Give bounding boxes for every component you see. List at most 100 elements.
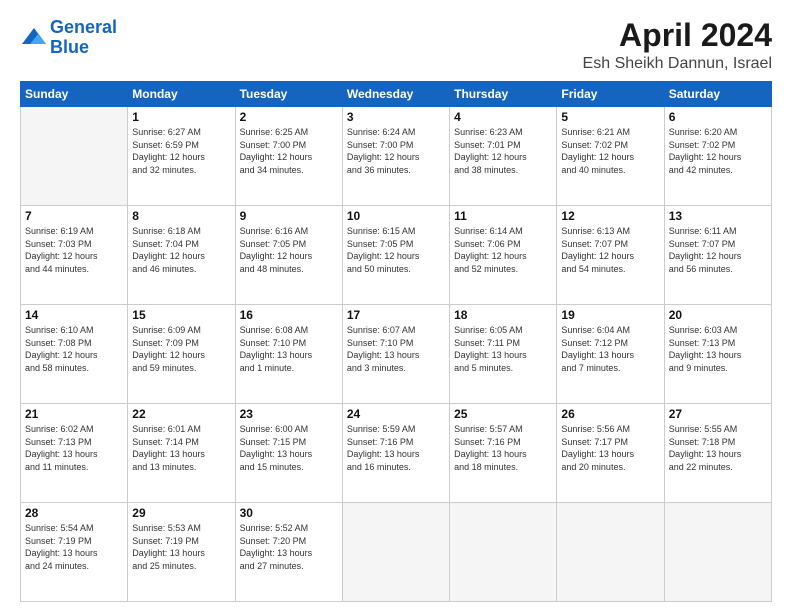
calendar-cell: 11 Sunrise: 6:14 AM Sunset: 7:06 PM Dayli…	[450, 206, 557, 305]
day-number: 23	[240, 407, 338, 421]
day-info: Sunrise: 6:20 AM Sunset: 7:02 PM Dayligh…	[669, 126, 767, 176]
day-info: Sunrise: 6:05 AM Sunset: 7:11 PM Dayligh…	[454, 324, 552, 374]
calendar-cell: 10 Sunrise: 6:15 AM Sunset: 7:05 PM Dayli…	[342, 206, 449, 305]
calendar-cell: 27Sunrise: 5:55 AM Sunset: 7:18 PM Dayli…	[664, 404, 771, 503]
day-number: 12	[561, 209, 659, 223]
logo-icon	[20, 24, 48, 52]
col-header-wednesday: Wednesday	[342, 82, 449, 107]
calendar-week-4: 28Sunrise: 5:54 AM Sunset: 7:19 PM Dayli…	[21, 503, 772, 602]
day-number: 21	[25, 407, 123, 421]
calendar-table: SundayMondayTuesdayWednesdayThursdayFrid…	[20, 81, 772, 602]
col-header-saturday: Saturday	[664, 82, 771, 107]
day-number: 9	[240, 209, 338, 223]
calendar-week-3: 21 Sunrise: 6:02 AM Sunset: 7:13 PM Dayli…	[21, 404, 772, 503]
day-info: Sunrise: 5:53 AM Sunset: 7:19 PM Dayligh…	[132, 522, 230, 572]
day-number: 28	[25, 506, 123, 520]
col-header-friday: Friday	[557, 82, 664, 107]
logo: General Blue	[20, 18, 117, 58]
logo-blue: Blue	[50, 37, 89, 57]
day-number: 10	[347, 209, 445, 223]
col-header-thursday: Thursday	[450, 82, 557, 107]
day-info: Sunrise: 6:14 AM Sunset: 7:06 PM Dayligh…	[454, 225, 552, 275]
day-number: 18	[454, 308, 552, 322]
calendar-cell: 28Sunrise: 5:54 AM Sunset: 7:19 PM Dayli…	[21, 503, 128, 602]
calendar-cell: 7Sunrise: 6:19 AM Sunset: 7:03 PM Daylig…	[21, 206, 128, 305]
day-number: 30	[240, 506, 338, 520]
calendar-cell: 3 Sunrise: 6:24 AM Sunset: 7:00 PM Daylig…	[342, 107, 449, 206]
day-number: 15	[132, 308, 230, 322]
day-info: Sunrise: 6:04 AM Sunset: 7:12 PM Dayligh…	[561, 324, 659, 374]
col-header-monday: Monday	[128, 82, 235, 107]
title-block: April 2024 Esh Sheikh Dannun, Israel	[583, 18, 772, 73]
day-number: 24	[347, 407, 445, 421]
calendar-cell: 24 Sunrise: 5:59 AM Sunset: 7:16 PM Dayli…	[342, 404, 449, 503]
calendar-cell: 19Sunrise: 6:04 AM Sunset: 7:12 PM Dayli…	[557, 305, 664, 404]
logo-general: General	[50, 17, 117, 37]
day-info: Sunrise: 6:07 AM Sunset: 7:10 PM Dayligh…	[347, 324, 445, 374]
calendar-cell: 21 Sunrise: 6:02 AM Sunset: 7:13 PM Dayli…	[21, 404, 128, 503]
calendar-cell	[21, 107, 128, 206]
calendar-cell: 8 Sunrise: 6:18 AM Sunset: 7:04 PM Daylig…	[128, 206, 235, 305]
day-number: 8	[132, 209, 230, 223]
day-number: 17	[347, 308, 445, 322]
calendar-cell: 1 Sunrise: 6:27 AM Sunset: 6:59 PM Daylig…	[128, 107, 235, 206]
header: General Blue April 2024 Esh Sheikh Dannu…	[20, 18, 772, 73]
day-info: Sunrise: 6:27 AM Sunset: 6:59 PM Dayligh…	[132, 126, 230, 176]
col-header-sunday: Sunday	[21, 82, 128, 107]
calendar-cell	[664, 503, 771, 602]
day-info: Sunrise: 5:56 AM Sunset: 7:17 PM Dayligh…	[561, 423, 659, 473]
day-info: Sunrise: 5:57 AM Sunset: 7:16 PM Dayligh…	[454, 423, 552, 473]
calendar-cell: 2 Sunrise: 6:25 AM Sunset: 7:00 PM Daylig…	[235, 107, 342, 206]
day-info: Sunrise: 6:10 AM Sunset: 7:08 PM Dayligh…	[25, 324, 123, 374]
day-number: 26	[561, 407, 659, 421]
calendar-cell: 22Sunrise: 6:01 AM Sunset: 7:14 PM Dayli…	[128, 404, 235, 503]
day-number: 4	[454, 110, 552, 124]
day-info: Sunrise: 6:00 AM Sunset: 7:15 PM Dayligh…	[240, 423, 338, 473]
day-info: Sunrise: 6:23 AM Sunset: 7:01 PM Dayligh…	[454, 126, 552, 176]
calendar-header-row: SundayMondayTuesdayWednesdayThursdayFrid…	[21, 82, 772, 107]
calendar-cell: 15 Sunrise: 6:09 AM Sunset: 7:09 PM Dayli…	[128, 305, 235, 404]
day-number: 6	[669, 110, 767, 124]
day-number: 14	[25, 308, 123, 322]
calendar-cell: 23 Sunrise: 6:00 AM Sunset: 7:15 PM Dayli…	[235, 404, 342, 503]
calendar-week-1: 7Sunrise: 6:19 AM Sunset: 7:03 PM Daylig…	[21, 206, 772, 305]
month-title: April 2024	[583, 18, 772, 53]
calendar-cell: 12 Sunrise: 6:13 AM Sunset: 7:07 PM Dayli…	[557, 206, 664, 305]
calendar-cell: 13Sunrise: 6:11 AM Sunset: 7:07 PM Dayli…	[664, 206, 771, 305]
day-number: 3	[347, 110, 445, 124]
day-number: 13	[669, 209, 767, 223]
calendar-cell: 26 Sunrise: 5:56 AM Sunset: 7:17 PM Dayli…	[557, 404, 664, 503]
calendar-cell: 18 Sunrise: 6:05 AM Sunset: 7:11 PM Dayli…	[450, 305, 557, 404]
calendar-week-0: 1 Sunrise: 6:27 AM Sunset: 6:59 PM Daylig…	[21, 107, 772, 206]
day-number: 20	[669, 308, 767, 322]
calendar-cell	[557, 503, 664, 602]
calendar-cell: 6 Sunrise: 6:20 AM Sunset: 7:02 PM Daylig…	[664, 107, 771, 206]
day-info: Sunrise: 6:02 AM Sunset: 7:13 PM Dayligh…	[25, 423, 123, 473]
day-number: 2	[240, 110, 338, 124]
day-number: 16	[240, 308, 338, 322]
day-info: Sunrise: 6:24 AM Sunset: 7:00 PM Dayligh…	[347, 126, 445, 176]
day-number: 1	[132, 110, 230, 124]
day-info: Sunrise: 5:59 AM Sunset: 7:16 PM Dayligh…	[347, 423, 445, 473]
day-info: Sunrise: 6:03 AM Sunset: 7:13 PM Dayligh…	[669, 324, 767, 374]
day-info: Sunrise: 6:19 AM Sunset: 7:03 PM Dayligh…	[25, 225, 123, 275]
day-info: Sunrise: 6:18 AM Sunset: 7:04 PM Dayligh…	[132, 225, 230, 275]
calendar-week-2: 14 Sunrise: 6:10 AM Sunset: 7:08 PM Dayli…	[21, 305, 772, 404]
day-number: 25	[454, 407, 552, 421]
day-info: Sunrise: 6:15 AM Sunset: 7:05 PM Dayligh…	[347, 225, 445, 275]
calendar-cell: 25 Sunrise: 5:57 AM Sunset: 7:16 PM Dayli…	[450, 404, 557, 503]
day-number: 11	[454, 209, 552, 223]
calendar-cell: 16 Sunrise: 6:08 AM Sunset: 7:10 PM Dayli…	[235, 305, 342, 404]
page: General Blue April 2024 Esh Sheikh Dannu…	[0, 0, 792, 612]
day-info: Sunrise: 6:09 AM Sunset: 7:09 PM Dayligh…	[132, 324, 230, 374]
day-info: Sunrise: 5:55 AM Sunset: 7:18 PM Dayligh…	[669, 423, 767, 473]
day-info: Sunrise: 6:08 AM Sunset: 7:10 PM Dayligh…	[240, 324, 338, 374]
calendar-cell: 5 Sunrise: 6:21 AM Sunset: 7:02 PM Daylig…	[557, 107, 664, 206]
day-info: Sunrise: 5:52 AM Sunset: 7:20 PM Dayligh…	[240, 522, 338, 572]
day-number: 5	[561, 110, 659, 124]
day-info: Sunrise: 6:13 AM Sunset: 7:07 PM Dayligh…	[561, 225, 659, 275]
day-info: Sunrise: 6:21 AM Sunset: 7:02 PM Dayligh…	[561, 126, 659, 176]
day-info: Sunrise: 6:25 AM Sunset: 7:00 PM Dayligh…	[240, 126, 338, 176]
day-number: 29	[132, 506, 230, 520]
day-number: 22	[132, 407, 230, 421]
